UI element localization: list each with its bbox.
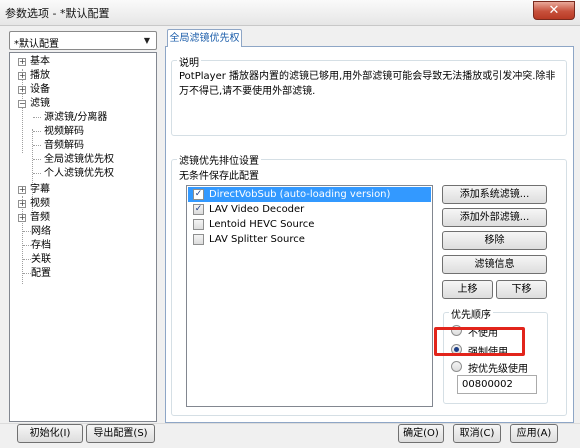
tree-item-subtitles[interactable]: + 字幕 [18, 183, 50, 196]
expand-icon[interactable]: + [18, 214, 26, 222]
tab-global-filter-priority[interactable]: 全局滤镜优先权 [167, 29, 242, 47]
tree-item-label: 视频 [30, 198, 50, 209]
tree-item-network[interactable]: 网络 [31, 225, 51, 238]
priority-value-field[interactable]: 00800002 [457, 375, 537, 394]
tree-item-device[interactable]: + 设备 [18, 83, 50, 96]
filter-list[interactable]: ✓ DirectVobSub (auto-loading version) ✓ … [186, 185, 433, 407]
expand-icon[interactable]: + [18, 72, 26, 80]
tree-item-audio[interactable]: + 音频 [18, 211, 50, 224]
checkbox[interactable]: ✓ [193, 189, 204, 200]
tree-connector [23, 245, 31, 246]
filter-name: DirectVobSub (auto-loading version) [209, 189, 391, 200]
expand-icon[interactable]: + [18, 186, 26, 194]
tree-item-filters[interactable]: − 滤镜 [18, 97, 50, 110]
filter-list-item[interactable]: ✓ DirectVobSub (auto-loading version) [188, 187, 431, 202]
cancel-button[interactable]: 取消(C) [453, 424, 501, 443]
description-title: 说明 [177, 54, 201, 69]
expand-icon[interactable]: + [18, 58, 26, 66]
filter-priority-title: 滤镜优先排位设置 [177, 152, 261, 167]
tree-item-video[interactable]: + 视频 [18, 197, 50, 210]
tree-item-source-filters[interactable]: 源滤镜/分离器 [44, 111, 107, 124]
chevron-down-icon: ▼ [143, 36, 151, 45]
tab-panel: 说明 PotPlayer 播放器内置的滤镜已够用,用外部滤镜可能会导致无法播放或… [165, 46, 574, 423]
filter-name: Lentoid HEVC Source [209, 219, 315, 230]
tree-item-label: 播放 [30, 70, 50, 81]
tree-item-label: 设备 [30, 84, 50, 95]
radio-by-priority-label: 按优先级使用 [468, 364, 528, 375]
close-button[interactable]: ✕ [533, 1, 575, 20]
checkbox[interactable] [193, 234, 204, 245]
filter-list-item[interactable]: LAV Splitter Source [188, 232, 431, 247]
expand-icon[interactable]: + [18, 86, 26, 94]
filter-list-item[interactable]: ✓ LAV Video Decoder [188, 202, 431, 217]
priority-order-title: 优先顺序 [449, 306, 493, 321]
preset-select-value: *默认配置 [14, 39, 59, 50]
tree-item-playback[interactable]: + 播放 [18, 69, 50, 82]
tree-connector [23, 273, 31, 274]
add-system-filter-button[interactable]: 添加系统滤镜... [442, 185, 547, 204]
checkbox[interactable] [193, 219, 204, 230]
tree-item-label: 滤镜 [30, 98, 50, 109]
filter-info-button[interactable]: 滤镜信息 [442, 255, 547, 274]
tree-item-global-filter-priority[interactable]: 全局滤镜优先权 [44, 153, 114, 166]
description-text: PotPlayer 播放器内置的滤镜已够用,用外部滤镜可能会导致无法播放或引发冲… [179, 71, 556, 97]
remove-button[interactable]: 移除 [442, 231, 547, 250]
tree-item-audio-decoder[interactable]: 音频解码 [44, 139, 84, 152]
add-external-filter-button[interactable]: 添加外部滤镜... [442, 208, 547, 227]
tree-item-video-decoder[interactable]: 视频解码 [44, 125, 84, 138]
tree-item-basic[interactable]: + 基本 [18, 55, 50, 68]
export-config-button[interactable]: 导出配置(S) [86, 424, 155, 443]
filter-name: LAV Video Decoder [209, 204, 305, 215]
checkbox[interactable]: ✓ [193, 204, 204, 215]
tree-item-config[interactable]: 配置 [31, 267, 51, 280]
tree-connector [33, 117, 41, 118]
expand-icon[interactable]: + [18, 200, 26, 208]
filter-list-item[interactable]: Lentoid HEVC Source [188, 217, 431, 232]
tree-item-association[interactable]: 关联 [31, 253, 51, 266]
tree-connector [23, 259, 31, 260]
tree-item-label: 字幕 [30, 184, 50, 195]
collapse-icon[interactable]: − [18, 100, 26, 108]
highlight-annotation [434, 327, 525, 356]
always-save-label: 无条件保存此配置 [179, 171, 259, 182]
tree-connector [33, 131, 41, 132]
apply-button[interactable]: 应用(A) [510, 424, 558, 443]
tree-item-label: 音频 [30, 212, 50, 223]
ok-button[interactable]: 确定(O) [398, 424, 444, 443]
title-bar: 参数选项 - *默认配置 ✕ [0, 0, 580, 26]
filter-name: LAV Splitter Source [209, 234, 305, 245]
tree-item-label: 基本 [30, 56, 50, 67]
tree-connector [23, 231, 31, 232]
tree-connector [33, 159, 41, 160]
tree-item-personal-filter-priority[interactable]: 个人滤镜优先权 [44, 167, 114, 180]
dialog-body: *默认配置 ▼ + 基本 + 播放 + 设备 − 滤镜 源滤镜/分离器 视频解码 音频解… [0, 26, 580, 448]
move-down-button[interactable]: 下移 [496, 280, 547, 299]
move-up-button[interactable]: 上移 [442, 280, 493, 299]
tree-connector [33, 173, 41, 174]
tree-item-archive[interactable]: 存档 [31, 239, 51, 252]
init-button[interactable]: 初始化(I) [17, 424, 83, 443]
preset-select[interactable]: *默认配置 ▼ [9, 31, 157, 50]
tree-connector [33, 145, 41, 146]
radio-by-priority[interactable] [451, 361, 462, 372]
settings-tree: + 基本 + 播放 + 设备 − 滤镜 源滤镜/分离器 视频解码 音频解码 全局滤镜优先… [9, 52, 157, 422]
window-title: 参数选项 - *默认配置 [5, 7, 110, 20]
